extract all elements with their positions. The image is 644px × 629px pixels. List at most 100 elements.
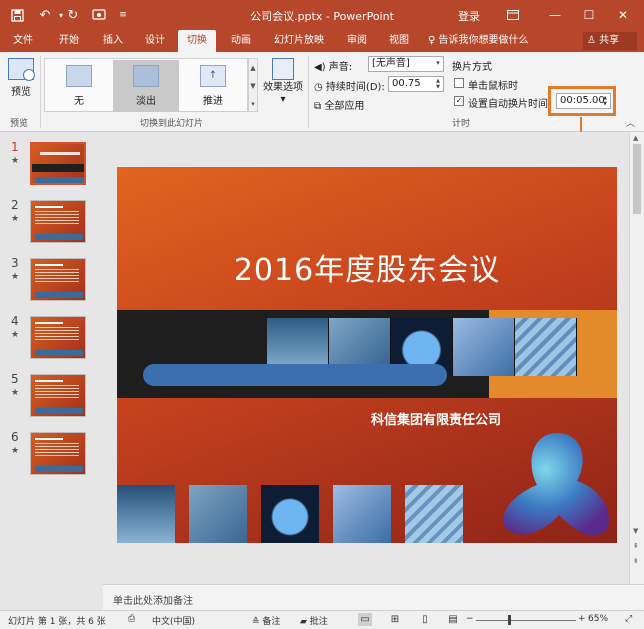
tell-me-text: 告诉我你想要做什么: [438, 35, 529, 46]
maximize-icon[interactable]: ☐: [578, 5, 600, 25]
tab-home[interactable]: 开始: [52, 30, 86, 52]
abstract-3d-shape: [503, 433, 609, 536]
tab-animations[interactable]: 动画: [224, 30, 258, 52]
tab-file[interactable]: 文件: [6, 30, 40, 52]
company-name[interactable]: 科信集团有限责任公司: [117, 409, 617, 428]
slide-thumbnail[interactable]: [30, 316, 86, 359]
preview-button[interactable]: 预览: [6, 58, 36, 98]
normal-view-icon[interactable]: ▭: [358, 613, 372, 626]
customize-qat-icon[interactable]: ≡: [114, 6, 132, 24]
minimize-icon[interactable]: —: [544, 5, 566, 25]
gallery-down-icon[interactable]: ▼: [249, 77, 257, 95]
collapse-ribbon-icon[interactable]: ︿: [626, 116, 635, 129]
sound-label: 声音:: [328, 62, 353, 73]
transition-push[interactable]: ↑ 推进: [180, 60, 246, 112]
sound-select[interactable]: [无声音] ▾: [368, 56, 444, 72]
close-icon[interactable]: ✕: [612, 5, 634, 25]
slideshow-view-icon[interactable]: ▤: [446, 613, 460, 626]
slide-thumbnail[interactable]: [30, 142, 86, 185]
next-slide-icon[interactable]: ⇟: [633, 557, 639, 565]
thumb-heading: [35, 438, 63, 440]
gallery-up-icon[interactable]: ▲: [249, 59, 257, 77]
sound-icon: ◀): [314, 62, 326, 73]
tab-view[interactable]: 视图: [382, 30, 416, 52]
effect-options-button[interactable]: 效果选项 ▾: [262, 58, 304, 106]
notes-toggle[interactable]: ≙ 备注: [252, 614, 280, 627]
slide-number: 2: [11, 198, 19, 212]
gallery-more-icon[interactable]: ▾: [249, 95, 257, 113]
tab-insert[interactable]: 插入: [96, 30, 130, 52]
slide-sorter-icon[interactable]: ⊞: [388, 613, 402, 626]
photo-device: [117, 485, 175, 543]
slide-thumbnail[interactable]: [30, 432, 86, 475]
reading-view-icon[interactable]: ▯: [418, 613, 432, 626]
login-link[interactable]: 登录: [458, 8, 480, 24]
group-label-timing: 计时: [452, 119, 471, 129]
thumb-heading: [35, 264, 63, 266]
slide-canvas[interactable]: 2016年度股东会议 科信集团有限责任公司: [117, 167, 617, 543]
language-indicator[interactable]: 中文(中国): [152, 614, 195, 627]
thumb-images: [35, 466, 83, 472]
highlight-box: [548, 86, 616, 116]
transition-star-icon: ★: [11, 388, 20, 398]
group-divider: [308, 56, 309, 128]
tab-review[interactable]: 审阅: [340, 30, 374, 52]
comments-toggle[interactable]: ▰ 批注: [300, 614, 328, 627]
slide-number: 3: [11, 256, 19, 270]
tell-me-search[interactable]: ♀ 告诉我你想要做什么: [428, 30, 529, 52]
duration-input[interactable]: 00.75 ▲ ▼: [388, 76, 444, 92]
slide-thumbnail[interactable]: [30, 200, 86, 243]
thumb-images: [35, 408, 83, 414]
notes-toggle-label: 备注: [262, 617, 281, 627]
after-time-checkbox[interactable]: ✓: [454, 96, 464, 106]
photo-phone: [333, 485, 391, 543]
transition-fade-icon: [133, 65, 159, 87]
tab-transitions[interactable]: 切换: [178, 30, 216, 52]
transition-gallery: 无 淡出 ↑ 推进: [44, 58, 248, 112]
transition-fade[interactable]: 淡出: [113, 60, 179, 112]
on-click-label: 单击鼠标时: [468, 81, 518, 92]
gallery-scroll[interactable]: ▲ ▼ ▾: [248, 58, 258, 112]
lightbulb-icon: ♀: [428, 35, 436, 46]
on-click-checkbox[interactable]: [454, 78, 464, 88]
advance-heading: 换片方式: [452, 62, 492, 73]
transition-fade-label: 淡出: [136, 96, 156, 107]
spinner-icon[interactable]: ▲ ▼: [434, 78, 442, 90]
slide-count: 幻灯片 第 1 张，共 6 张: [8, 617, 106, 627]
save-icon[interactable]: [8, 6, 26, 24]
scrollbar-thumb[interactable]: [633, 144, 641, 214]
slide-number: 4: [11, 314, 19, 328]
previous-slide-icon[interactable]: ⇞: [633, 542, 639, 550]
transition-none[interactable]: 无: [46, 60, 112, 112]
scroll-up-icon[interactable]: ▲: [633, 134, 638, 142]
zoom-in-icon[interactable]: +: [578, 614, 586, 624]
zoom-level[interactable]: 65%: [588, 614, 608, 624]
slide-number: 1: [11, 140, 19, 154]
zoom-slider-handle[interactable]: [508, 615, 511, 625]
group-label-transitions: 切换到此幻灯片: [140, 119, 204, 129]
spellcheck-icon[interactable]: ⎙: [128, 614, 135, 624]
redo-icon[interactable]: ↻: [64, 6, 82, 24]
transition-star-icon: ★: [11, 156, 20, 166]
notes-pane[interactable]: 单击此处添加备注: [103, 584, 644, 610]
thumb-images: [35, 292, 83, 298]
share-button[interactable]: ♙ 共享: [583, 32, 637, 50]
slide-thumbnail[interactable]: [30, 374, 86, 417]
touch-mode-icon[interactable]: [90, 6, 108, 24]
zoom-out-icon[interactable]: −: [466, 614, 474, 624]
thumb-text-lines: [35, 385, 79, 399]
tab-slideshow[interactable]: 幻灯片放映: [268, 30, 330, 52]
slide-thumbnail[interactable]: [30, 258, 86, 301]
apply-all-icon: ⧉: [314, 101, 322, 112]
zoom-slider[interactable]: [476, 620, 576, 621]
thumb-images: [35, 234, 83, 240]
tab-design[interactable]: 设计: [138, 30, 172, 52]
apply-all-button[interactable]: ⧉ 全部应用: [314, 97, 364, 112]
ribbon-display-options-icon[interactable]: [502, 5, 524, 25]
share-label: 共享: [599, 35, 620, 46]
fit-slide-icon[interactable]: ⤢: [625, 614, 632, 624]
slide-title[interactable]: 2016年度股东会议: [117, 245, 617, 289]
vertical-scrollbar[interactable]: ▲ ▼ ⇞ ⇟: [629, 132, 644, 584]
scroll-down-icon[interactable]: ▼: [633, 527, 638, 535]
effect-options-icon: [272, 58, 294, 80]
